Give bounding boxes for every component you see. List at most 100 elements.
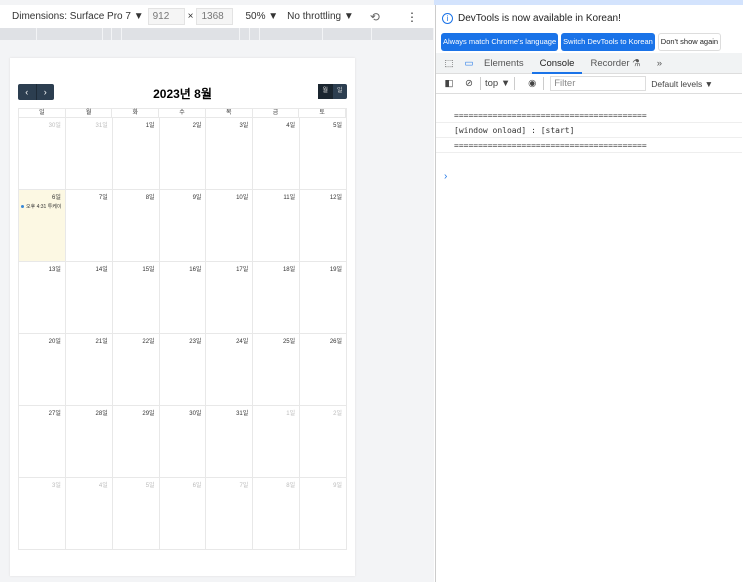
day-number: 11일 bbox=[283, 195, 296, 201]
day-cell[interactable]: 12일 bbox=[300, 190, 348, 261]
more-options-icon[interactable]: ⋮ bbox=[406, 10, 418, 24]
log-levels-select[interactable]: Default levels ▼ bbox=[651, 79, 713, 89]
day-number: 26일 bbox=[329, 339, 343, 345]
month-view-button[interactable]: 월 bbox=[318, 84, 333, 99]
day-number: 10일 bbox=[236, 195, 249, 201]
console-prompt[interactable]: › bbox=[444, 171, 447, 182]
console-line: [window onload] : [start] bbox=[436, 123, 742, 138]
height-input[interactable]: 1368 bbox=[196, 8, 234, 25]
day-number: 14일 bbox=[95, 267, 108, 273]
day-cell[interactable]: 15일 bbox=[113, 262, 160, 333]
weekday-label: 화 bbox=[112, 109, 160, 117]
day-cell[interactable]: 14일 bbox=[66, 262, 113, 333]
day-cell[interactable]: 2일 bbox=[300, 406, 348, 477]
day-cell[interactable]: 9일 bbox=[160, 190, 207, 261]
tab-recorder[interactable]: Recorder ⚗ bbox=[582, 53, 648, 74]
clear-console-icon[interactable]: ⊘ bbox=[462, 78, 476, 89]
day-cell[interactable]: 1일 bbox=[113, 118, 160, 189]
width-input[interactable]: 912 bbox=[147, 8, 185, 25]
filter-input[interactable]: Filter bbox=[550, 76, 647, 91]
weekday-label: 토 bbox=[299, 109, 347, 117]
day-view-button[interactable]: 일 bbox=[333, 84, 348, 99]
info-text: DevTools is now available in Korean! bbox=[458, 13, 621, 24]
tab-console[interactable]: Console bbox=[531, 53, 583, 74]
day-number: 8일 bbox=[145, 195, 155, 201]
more-tabs-icon[interactable]: » bbox=[649, 53, 670, 74]
media-query-bar[interactable] bbox=[0, 28, 434, 40]
day-cell[interactable]: 4일 bbox=[66, 478, 113, 549]
console-line: ======================================== bbox=[436, 138, 742, 153]
weekday-label: 일 bbox=[19, 109, 66, 117]
day-cell[interactable]: 9일 bbox=[300, 478, 348, 549]
device-select[interactable]: Dimensions: Surface Pro 7 ▼ bbox=[12, 11, 144, 22]
calendar-week-row: 30일 31일 1일 2일 3일 4일 5일 bbox=[18, 118, 348, 190]
day-cell[interactable]: 13일 bbox=[19, 262, 66, 333]
day-cell[interactable]: 6일오후 4:31 투케이 bbox=[19, 190, 66, 261]
day-cell[interactable]: 31일 bbox=[206, 406, 254, 477]
day-number: 20일 bbox=[48, 339, 61, 345]
day-number: 27일 bbox=[48, 411, 61, 417]
context-select[interactable]: top ▼ bbox=[485, 78, 510, 89]
day-cell[interactable]: 20일 bbox=[19, 334, 66, 405]
match-language-button[interactable]: Always match Chrome's language bbox=[441, 33, 559, 51]
devtools-panel: i DevTools is now available in Korean! A… bbox=[435, 5, 743, 582]
day-number: 21일 bbox=[95, 339, 108, 345]
day-cell[interactable]: 4일 bbox=[253, 118, 301, 189]
day-cell[interactable]: 19일 bbox=[300, 262, 348, 333]
day-cell[interactable]: 18일 bbox=[253, 262, 301, 333]
calendar-title: 2023년 8월 bbox=[153, 87, 212, 101]
day-cell[interactable]: 7일 bbox=[66, 190, 113, 261]
view-toggle: 월 일 bbox=[318, 84, 347, 99]
tab-elements[interactable]: Elements bbox=[476, 53, 532, 74]
day-cell[interactable]: 7일 bbox=[206, 478, 254, 549]
day-number: 30일 bbox=[189, 411, 202, 417]
day-cell[interactable]: 8일 bbox=[253, 478, 301, 549]
day-cell[interactable]: 30일 bbox=[160, 406, 207, 477]
throttling-select[interactable]: No throttling ▼ bbox=[287, 11, 354, 22]
day-cell[interactable]: 11일 bbox=[253, 190, 301, 261]
day-cell[interactable]: 24일 bbox=[206, 334, 254, 405]
day-cell[interactable]: 2일 bbox=[160, 118, 207, 189]
day-cell[interactable]: 1일 bbox=[253, 406, 301, 477]
day-number: 19일 bbox=[329, 267, 343, 273]
day-number: 4일 bbox=[98, 483, 108, 489]
day-cell[interactable]: 5일 bbox=[113, 478, 160, 549]
weekday-label: 월 bbox=[66, 109, 113, 117]
device-toggle-icon[interactable]: ▭ bbox=[462, 58, 476, 69]
sidebar-toggle-icon[interactable]: ◧ bbox=[442, 78, 456, 89]
eye-icon[interactable]: ◉ bbox=[525, 78, 539, 89]
day-cell[interactable]: 17일 bbox=[206, 262, 254, 333]
console-toolbar: ◧ ⊘ top ▼ ◉ Filter Default levels ▼ bbox=[436, 74, 742, 94]
calendar-event[interactable]: 오후 4:31 투케이 bbox=[21, 203, 62, 210]
day-cell[interactable]: 28일 bbox=[66, 406, 113, 477]
day-cell[interactable]: 16일 bbox=[160, 262, 207, 333]
day-cell[interactable]: 10일 bbox=[206, 190, 254, 261]
switch-language-button[interactable]: Switch DevTools to Korean bbox=[561, 33, 655, 51]
day-cell[interactable]: 27일 bbox=[19, 406, 66, 477]
language-infobar: i DevTools is now available in Korean! bbox=[442, 13, 621, 24]
day-cell[interactable]: 3일 bbox=[206, 118, 254, 189]
zoom-select[interactable]: 50% ▼ bbox=[245, 11, 278, 22]
day-cell[interactable]: 6일 bbox=[160, 478, 207, 549]
day-cell[interactable]: 25일 bbox=[253, 334, 301, 405]
day-cell[interactable]: 8일 bbox=[113, 190, 160, 261]
day-cell[interactable]: 31일 bbox=[66, 118, 113, 189]
day-cell[interactable]: 5일 bbox=[300, 118, 348, 189]
day-number: 13일 bbox=[48, 267, 61, 273]
day-number: 7일 bbox=[98, 195, 108, 201]
inspect-element-icon[interactable]: ⬚ bbox=[442, 58, 456, 69]
day-cell[interactable]: 30일 bbox=[19, 118, 66, 189]
day-number: 4일 bbox=[286, 123, 296, 129]
calendar-grid: 일월화수목금토 30일 31일 1일 2일 3일 4일 5일 6일 오후 4:31 투케이 7일 8… bbox=[18, 108, 348, 550]
day-number: 6일 bbox=[52, 195, 61, 201]
weekday-label: 목 bbox=[206, 109, 253, 117]
rotate-icon[interactable]: ⟲ bbox=[370, 10, 380, 24]
day-cell[interactable]: 26일 bbox=[300, 334, 348, 405]
day-cell[interactable]: 3일 bbox=[19, 478, 66, 549]
day-cell[interactable]: 23일 bbox=[160, 334, 207, 405]
day-cell[interactable]: 21일 bbox=[66, 334, 113, 405]
day-cell[interactable]: 22일 bbox=[113, 334, 160, 405]
day-cell[interactable]: 29일 bbox=[113, 406, 160, 477]
dont-show-button[interactable]: Don't show again bbox=[657, 33, 722, 51]
day-number: 16일 bbox=[189, 267, 202, 273]
